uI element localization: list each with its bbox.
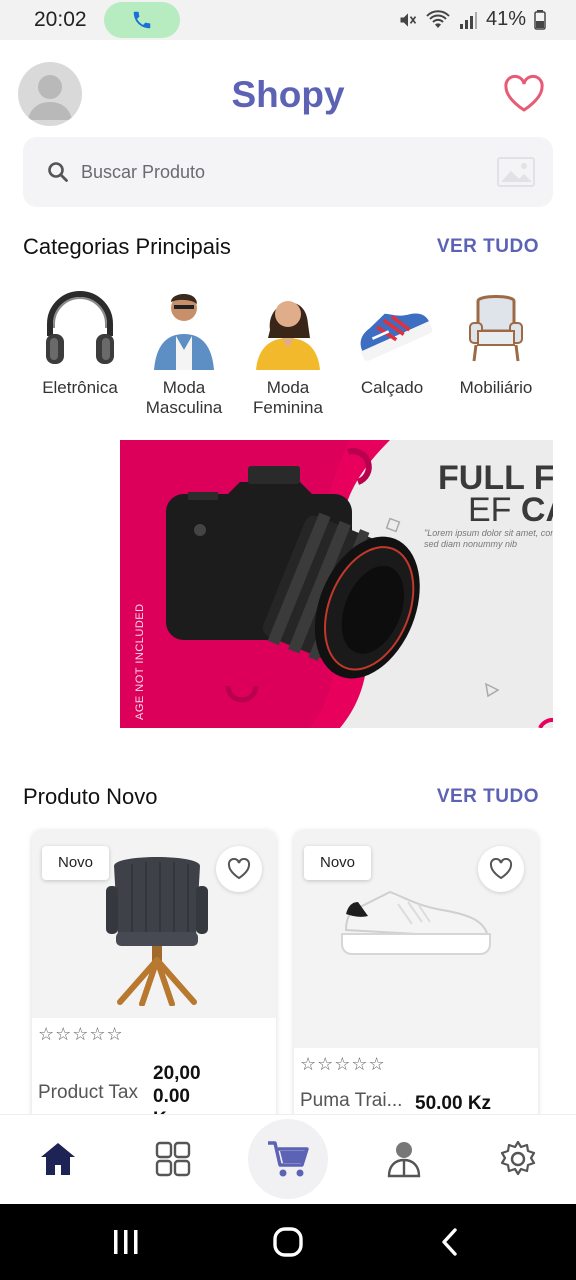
man-fashion-icon bbox=[154, 294, 214, 370]
wifi-icon bbox=[426, 9, 450, 28]
category-label: Moda Masculina bbox=[145, 378, 223, 417]
app-title: Shopy bbox=[231, 74, 345, 115]
cart-icon bbox=[268, 1141, 309, 1177]
categories-see-all-link[interactable]: VER TUDO bbox=[437, 236, 539, 258]
sneaker-icon bbox=[360, 313, 432, 361]
categories-grid-icon bbox=[155, 1141, 191, 1177]
circle-home-icon bbox=[273, 1227, 303, 1257]
product-name: Product Tax bbox=[38, 1082, 138, 1103]
promo-banner[interactable]: FULL FR EF CAM "Lorem ipsum dolor sit am… bbox=[120, 440, 553, 728]
banner-subtext: "Lorem ipsum dolor sit amet, con elit, s… bbox=[424, 528, 553, 549]
heart-icon bbox=[504, 74, 544, 112]
category-label: Calçado bbox=[360, 378, 424, 397]
battery-icon bbox=[534, 9, 546, 30]
nav-settings-button[interactable] bbox=[496, 1137, 540, 1181]
status-bar: 20:02 41% bbox=[0, 0, 576, 40]
heart-outline-icon bbox=[227, 858, 251, 880]
phone-call-icon bbox=[133, 11, 151, 29]
new-badge: Novo bbox=[304, 846, 372, 880]
product-card[interactable]: Novo ☆☆☆☆☆ Product Tax 20,00 0.00 Kz bbox=[32, 830, 276, 1130]
image-search-icon[interactable] bbox=[497, 157, 535, 187]
category-furniture[interactable]: Mobiliário bbox=[444, 284, 548, 424]
ongoing-call-pill[interactable] bbox=[104, 2, 180, 38]
categories-list: Eletrônica Moda Masculina Moda Feminina … bbox=[28, 284, 568, 424]
settings-icon bbox=[500, 1140, 536, 1176]
product-card[interactable]: Novo ☆☆☆☆☆ Puma Trai... 50.00 Kz bbox=[294, 830, 538, 1130]
camera-image bbox=[166, 466, 420, 679]
category-electronics[interactable]: Eletrônica bbox=[28, 284, 132, 424]
nav-cart-button[interactable] bbox=[248, 1119, 328, 1199]
nav-categories-button[interactable] bbox=[151, 1137, 195, 1181]
back-chevron-icon bbox=[442, 1228, 457, 1256]
white-sneaker-icon bbox=[341, 890, 491, 955]
add-to-favorites-button[interactable] bbox=[216, 846, 262, 892]
category-label: Mobiliário bbox=[459, 378, 533, 397]
search-input[interactable] bbox=[81, 137, 481, 207]
product-price: 50.00 Kz bbox=[415, 1093, 492, 1114]
rating-stars: ☆☆☆☆☆ bbox=[38, 1024, 124, 1044]
office-chair-icon bbox=[106, 857, 208, 1006]
banner-headline: FULL FR EF CAM bbox=[438, 459, 553, 529]
search-bar[interactable] bbox=[23, 137, 553, 207]
bottom-navigation bbox=[0, 1114, 576, 1204]
home-icon bbox=[41, 1143, 75, 1175]
headphones-icon bbox=[46, 291, 114, 364]
heart-outline-icon bbox=[489, 858, 513, 880]
add-to-favorites-button[interactable] bbox=[478, 846, 524, 892]
status-time: 20:02 bbox=[34, 8, 87, 31]
mute-icon bbox=[400, 12, 417, 27]
system-navigation-bar bbox=[0, 1204, 576, 1280]
battery-percentage: 41% bbox=[485, 8, 526, 30]
status-icons: 41% bbox=[398, 8, 546, 31]
nav-profile-button[interactable] bbox=[382, 1137, 426, 1181]
nav-home-button[interactable] bbox=[36, 1137, 80, 1181]
banner-side-text: AGE NOT INCLUDED bbox=[134, 603, 146, 720]
system-recents-button[interactable] bbox=[106, 1224, 146, 1260]
profile-icon bbox=[387, 1142, 421, 1178]
new-products-see-all-link[interactable]: VER TUDO bbox=[437, 786, 539, 808]
product-name: Puma Trai... bbox=[300, 1090, 403, 1111]
system-back-button[interactable] bbox=[430, 1224, 470, 1260]
woman-fashion-icon bbox=[256, 301, 320, 370]
search-icon bbox=[48, 162, 68, 182]
new-products-title: Produto Novo bbox=[23, 784, 158, 809]
categories-title: Categorias Principais bbox=[23, 234, 231, 259]
category-footwear[interactable]: Calçado bbox=[340, 284, 444, 424]
favorites-button[interactable] bbox=[502, 74, 546, 114]
banner-headline-line2a: EF bbox=[468, 491, 521, 529]
recents-icon bbox=[114, 1230, 138, 1254]
banner-headline-line2b: CAM bbox=[520, 491, 553, 529]
armchair-icon bbox=[469, 295, 523, 362]
system-home-button[interactable] bbox=[268, 1224, 308, 1260]
category-label: Moda Feminina bbox=[253, 378, 323, 417]
category-label: Eletrônica bbox=[42, 378, 118, 397]
signal-icon bbox=[459, 11, 477, 29]
rating-stars: ☆☆☆☆☆ bbox=[300, 1054, 386, 1074]
category-women-fashion[interactable]: Moda Feminina bbox=[236, 284, 340, 424]
category-men-fashion[interactable]: Moda Masculina bbox=[132, 284, 236, 424]
new-badge: Novo bbox=[42, 846, 110, 880]
banner-headline-line1: FULL FR bbox=[438, 459, 553, 497]
